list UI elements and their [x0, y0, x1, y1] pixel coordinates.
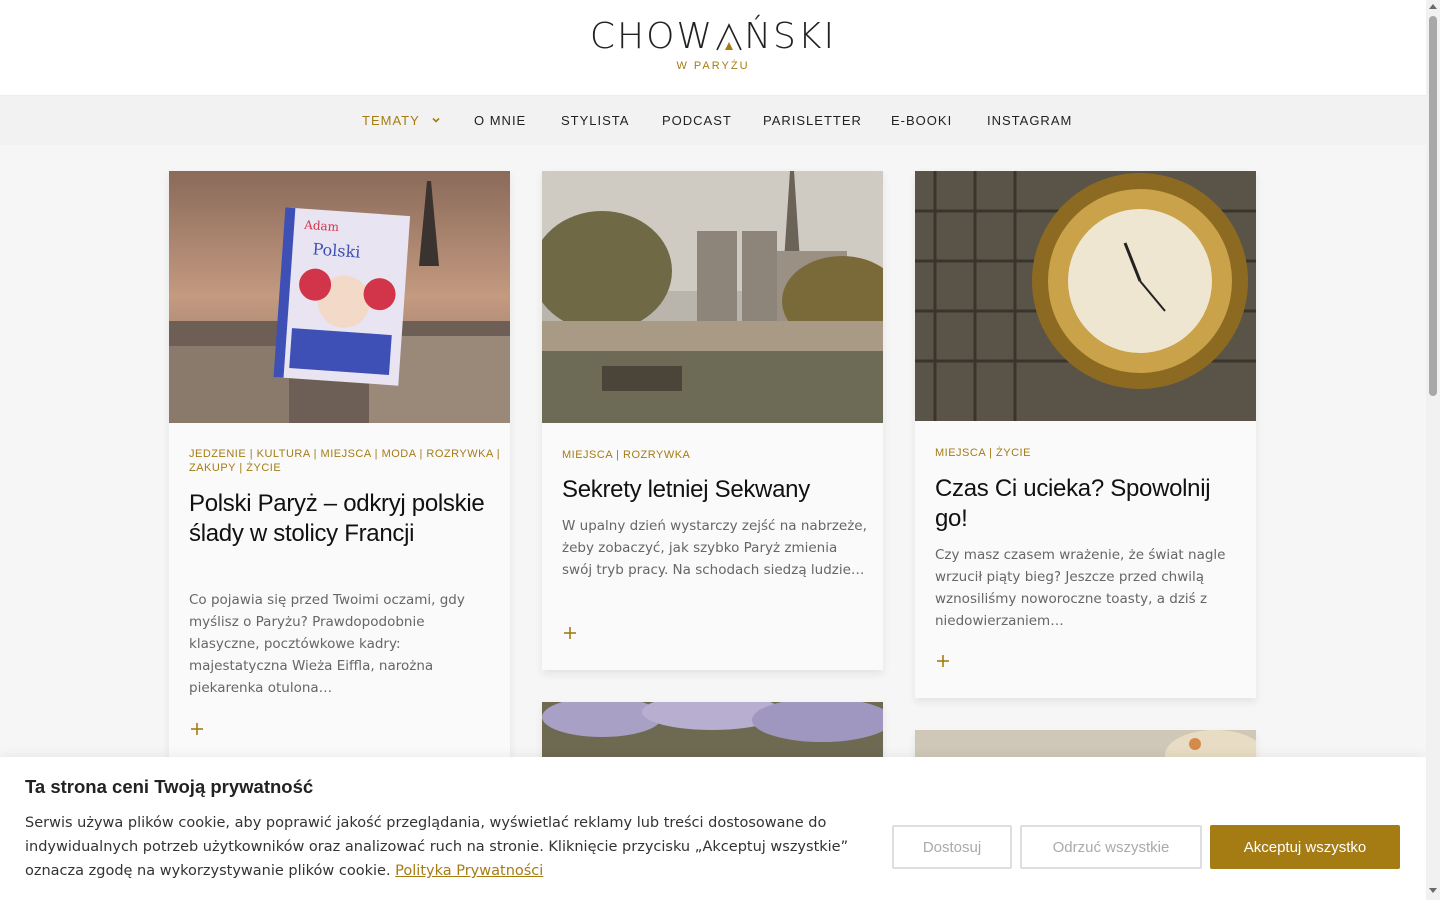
read-more-plus-icon[interactable] — [935, 653, 951, 669]
post-excerpt: W upalny dzień wystarczy zejść na nabrze… — [562, 518, 867, 578]
nav-item-label: STYLISTA — [561, 113, 630, 128]
logo-text-left: CHOW — [589, 16, 715, 57]
post-title[interactable]: Sekrety letniej Sekwany — [562, 475, 862, 505]
post-thumbnail[interactable] — [542, 171, 883, 423]
page-scrollbar[interactable] — [1426, 0, 1440, 900]
cookie-title: Ta strona ceni Twoją prywatność — [25, 776, 314, 797]
post-thumbnail[interactable] — [915, 171, 1256, 421]
post-excerpt: Czy masz czasem wrażenie, że świat nagle… — [935, 547, 1226, 629]
reject-all-button[interactable]: Odrzuć wszystkie — [1020, 825, 1202, 869]
nav-item-label: PODCAST — [662, 113, 732, 128]
golden-clock-image — [915, 171, 1256, 421]
post-card: Adam Polski JEDZENIE | KULTURA | MIEJSCA… — [169, 171, 510, 771]
nav-item-tematy[interactable]: TEMATY — [362, 96, 440, 146]
post-categories-line[interactable]: JEDZENIE | KULTURA | MIEJSCA | MODA | RO… — [189, 447, 500, 461]
book-cover-image: Adam Polski — [169, 171, 510, 423]
post-title[interactable]: Czas Ci ucieka? Spowolnij go! — [935, 474, 1235, 534]
nav-item-label: O MNIE — [474, 113, 527, 128]
post-excerpt: Co pojawia się przed Twoimi oczami, gdy … — [189, 592, 465, 696]
post-title[interactable]: Polski Paryż – odkryj polskie ślady w st… — [189, 489, 489, 549]
site-header: CHOW ŃSKI W PARYŻU — [0, 0, 1426, 95]
nav-item-stylista[interactable]: STYLISTA — [561, 96, 629, 146]
scroll-down-icon[interactable] — [1429, 888, 1437, 893]
privacy-policy-link[interactable]: Polityka Prywatności — [395, 863, 543, 879]
post-categories[interactable]: MIEJSCA | ROZRYWKA — [562, 448, 690, 462]
nav-item-e-booki[interactable]: E-BOOKI — [891, 96, 952, 146]
nav-item-label: TEMATY — [362, 113, 420, 128]
post-categories-line[interactable]: MIEJSCA | ROZRYWKA — [562, 448, 690, 462]
read-more-plus-icon[interactable] — [562, 625, 578, 641]
logo-subtitle: W PARYŻU — [676, 60, 750, 72]
main-nav: TEMATY O MNIE STYLISTA PODCAST PARISLETT… — [0, 95, 1426, 145]
svg-text:Adam: Adam — [303, 218, 340, 235]
post-thumbnail[interactable]: Adam Polski — [169, 171, 510, 423]
site-logo[interactable]: CHOW ŃSKI W PARYŻU — [584, 18, 842, 73]
chevron-down-icon — [432, 117, 440, 123]
scroll-up-icon[interactable] — [1429, 4, 1437, 9]
cookie-consent-banner: Ta strona ceni Twoją prywatność Serwis u… — [0, 757, 1426, 900]
nav-item-parisletter[interactable]: PARISLETTER — [763, 96, 862, 146]
scrollbar-thumb[interactable] — [1429, 16, 1437, 396]
post-card: MIEJSCA | ROZRYWKA Sekrety letniej Sekwa… — [542, 171, 883, 670]
logo-triangle-icon — [716, 23, 742, 51]
read-more-plus-icon[interactable] — [189, 721, 205, 737]
accept-all-button[interactable]: Akceptuj wszystko — [1210, 825, 1400, 869]
post-categories[interactable]: JEDZENIE | KULTURA | MIEJSCA | MODA | RO… — [189, 447, 500, 475]
nav-item-o-mnie[interactable]: O MNIE — [474, 96, 526, 146]
notre-dame-image — [542, 171, 883, 423]
svg-text:Polski: Polski — [312, 239, 361, 261]
cookie-description: Serwis używa plików cookie, aby poprawić… — [25, 811, 865, 883]
nav-item-podcast[interactable]: PODCAST — [662, 96, 732, 146]
post-categories-line[interactable]: MIEJSCA | ŻYCIE — [935, 446, 1031, 460]
nav-item-instagram[interactable]: INSTAGRAM — [987, 96, 1072, 146]
nav-item-label: PARISLETTER — [763, 113, 862, 128]
nav-item-label: E-BOOKI — [891, 113, 953, 128]
logo-wordmark: CHOW ŃSKI — [584, 18, 842, 56]
post-categories[interactable]: MIEJSCA | ŻYCIE — [935, 446, 1031, 460]
nav-item-label: INSTAGRAM — [987, 113, 1073, 128]
logo-text-right: ŃSKI — [744, 16, 837, 57]
post-categories-line[interactable]: ZAKUPY | ŻYCIE — [189, 461, 500, 475]
post-card: MIEJSCA | ŻYCIE Czas Ci ucieka? Spowolni… — [915, 171, 1256, 698]
customize-button[interactable]: Dostosuj — [892, 825, 1012, 869]
